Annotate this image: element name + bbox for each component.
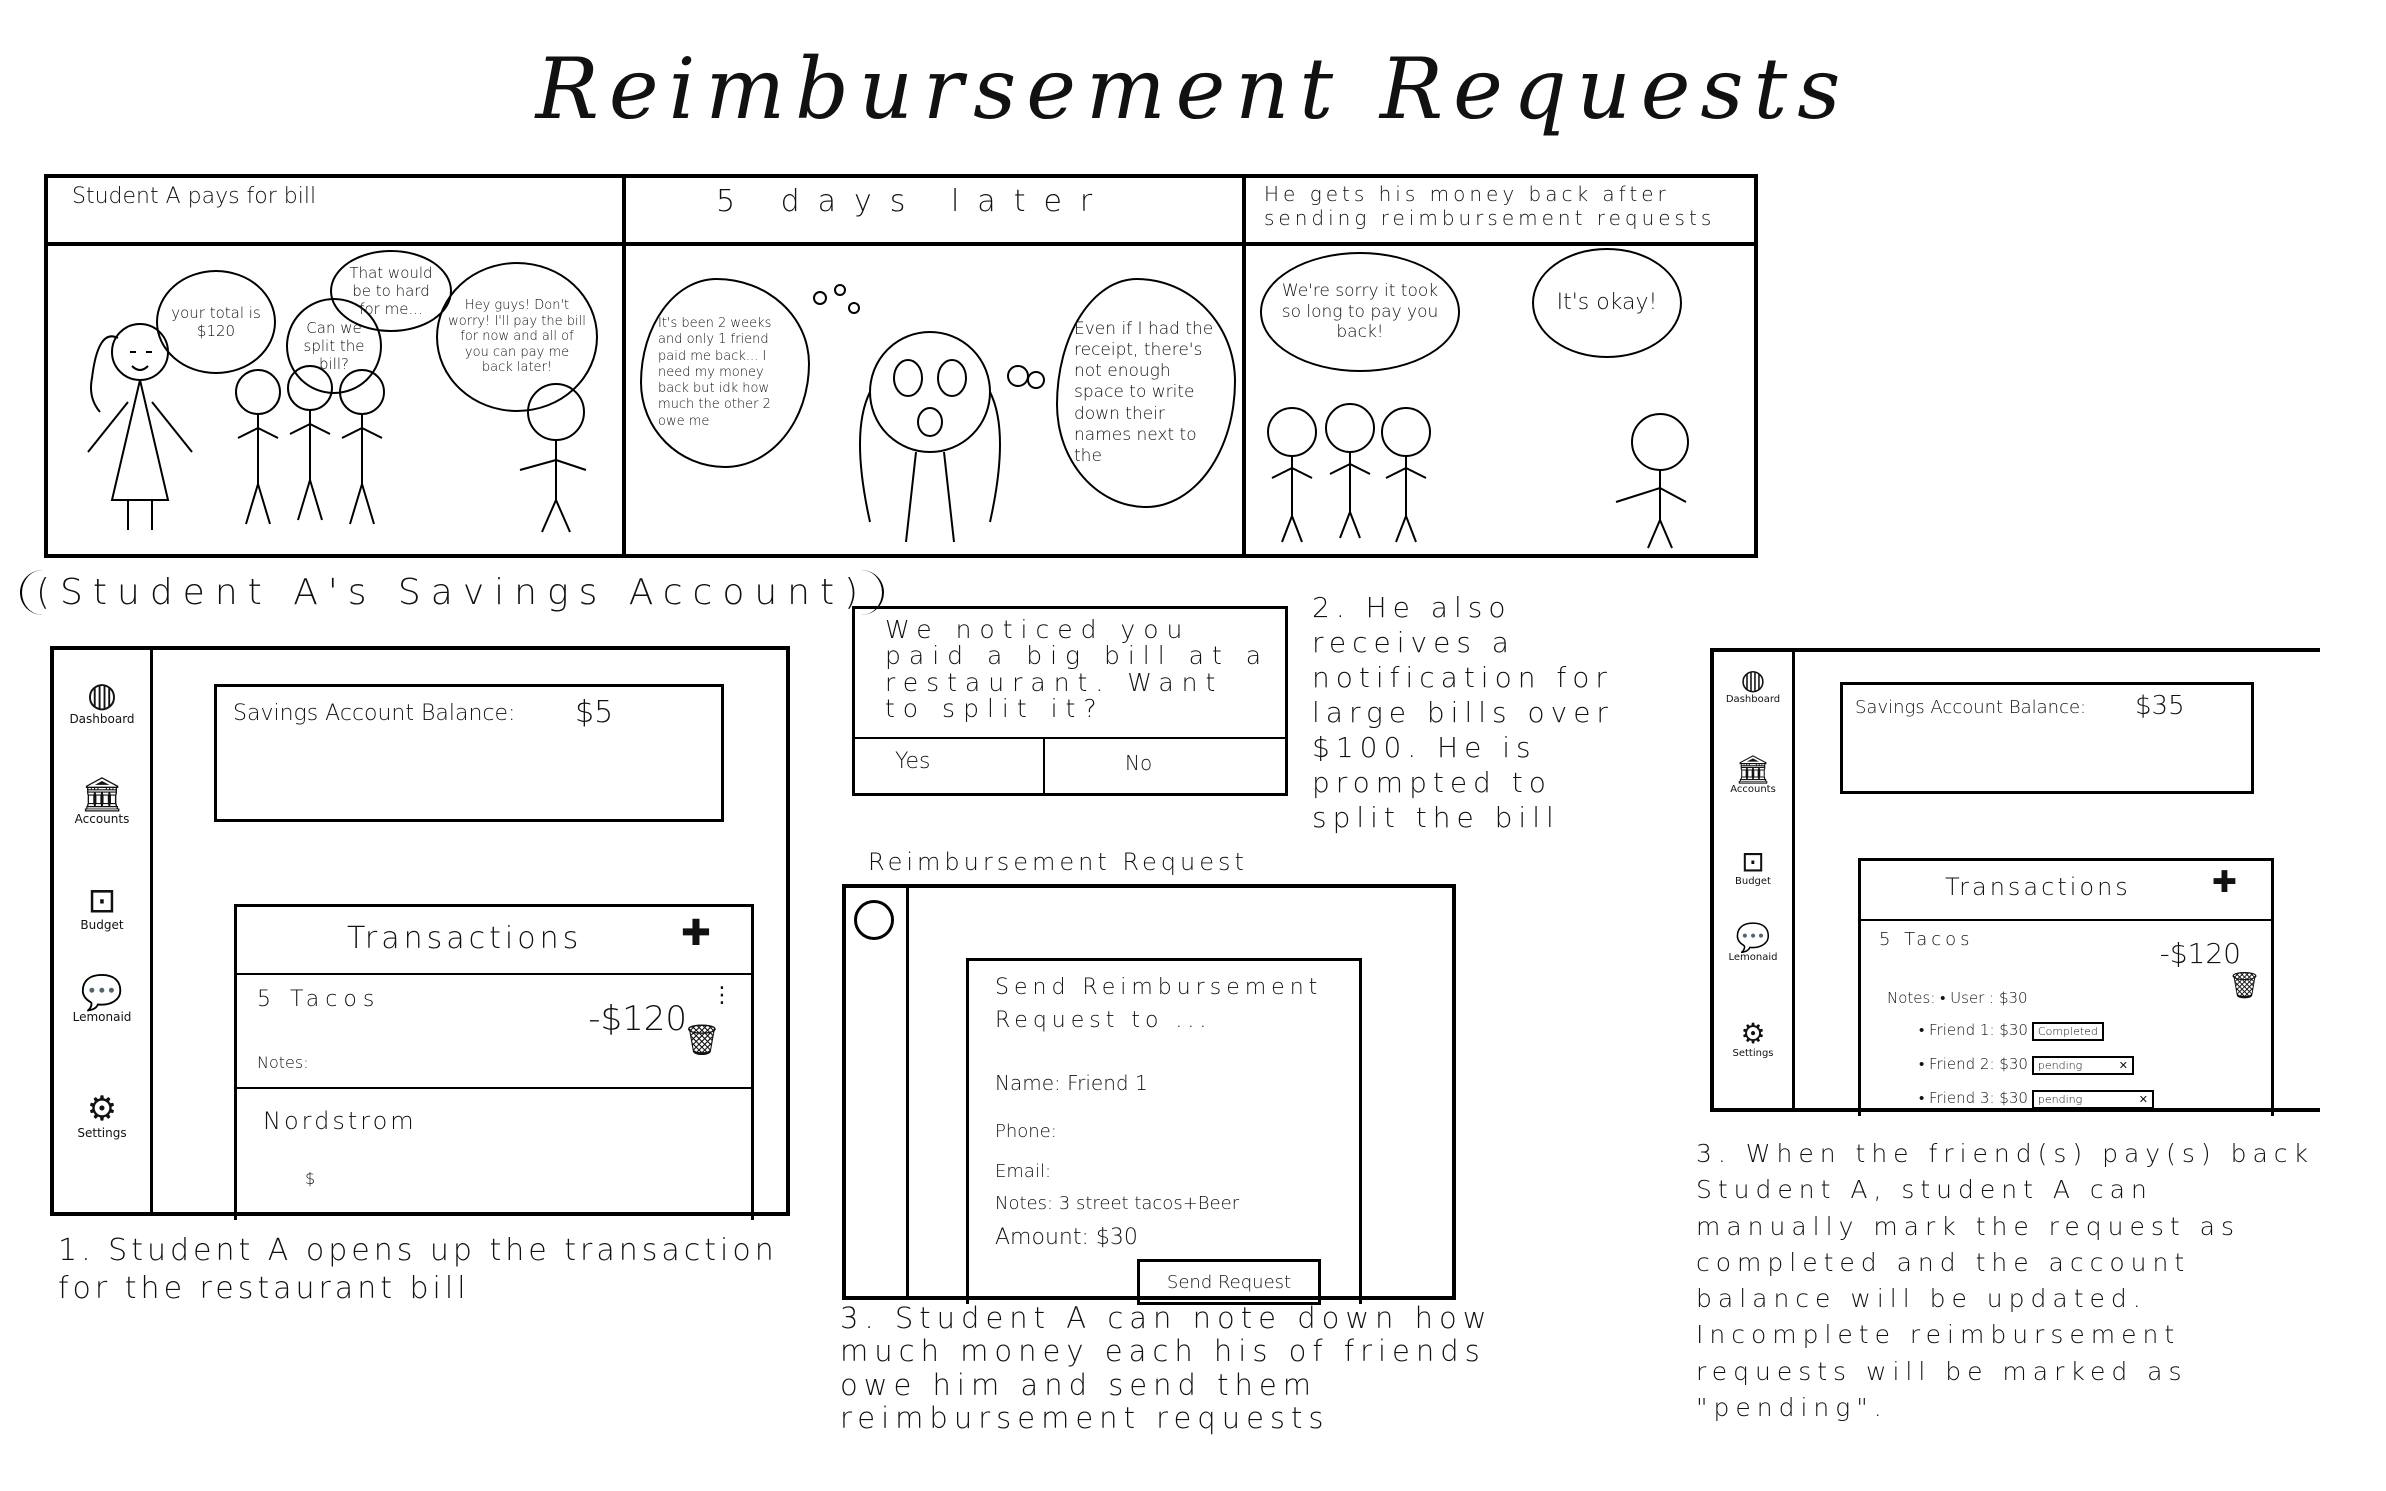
transaction-name[interactable]: Nordstrom [263, 1107, 417, 1135]
dollar-icon: ⊡ [87, 881, 117, 921]
divider [50, 1212, 790, 1216]
notes-label: Notes: [257, 1053, 309, 1072]
worried-figure-drawing [813, 284, 1045, 543]
status-badge[interactable]: pending ✕ [2031, 1056, 2134, 1075]
balance-card: Savings Account Balance: $5 [214, 684, 724, 822]
app-mockup-1: ◍ Dashboard 🏛 Accounts ⊡ Budget 💬 Lemonaid ⚙… [50, 646, 790, 1220]
popup-message: We noticed you paid a big bill at a rest… [885, 615, 1270, 723]
split-bill-popup: We noticed you paid a big bill at a rest… [852, 606, 1288, 796]
balance-label: Savings Account Balance: [233, 701, 516, 726]
form-title: Send Reimbursement Request to ... [995, 975, 1323, 1033]
yes-button[interactable]: Yes [895, 749, 931, 774]
balance-label: Savings Account Balance: [1855, 697, 2087, 718]
divider [1710, 1108, 2320, 1112]
trash-icon[interactable]: 🗑 [2228, 971, 2261, 1001]
sidebar-item-accounts[interactable]: 🏛 Accounts [1714, 753, 1792, 796]
phone-field[interactable]: Phone: [995, 1121, 1057, 1142]
storyboard-panel-3: He gets his money back after sending rei… [1246, 178, 1754, 554]
panel-caption: He gets his money back after sending rei… [1246, 178, 1754, 246]
storyboard-panel-1: Student A pays for bill your total is $1… [48, 178, 626, 554]
chat-icon: 💬 [1735, 921, 1771, 954]
transactions-card: Transactions ✚ 5 Tacos -$120 🗑 Notes: • … [1858, 858, 2274, 1116]
amount-field[interactable]: Amount: $30 [995, 1225, 1138, 1250]
sidebar: ◍ Dashboard 🏛 Accounts ⊡ Budget 💬 Lemonaid ⚙… [1714, 652, 1795, 1108]
bank-icon: 🏛 [80, 775, 124, 815]
caption-step-3: 3. Student A can note down how much mone… [840, 1301, 1493, 1436]
close-icon[interactable]: ✕ [2139, 1093, 2148, 1106]
friend-line: • Friend 3: $30 pending ✕ [1919, 1089, 2154, 1109]
notes-field[interactable]: Notes: 3 street tacos+Beer [995, 1193, 1239, 1214]
request-mockup: Send Reimbursement Request to ... Name: … [842, 884, 1456, 1305]
reimbursement-form: Send Reimbursement Request to ... Name: … [966, 958, 1362, 1305]
chat-icon: 💬 [80, 973, 124, 1013]
gear-icon: ⚙ [1740, 1017, 1766, 1050]
email-field[interactable]: Email: [995, 1161, 1051, 1182]
divider [237, 973, 751, 975]
sidebar: ◍ Dashboard 🏛 Accounts ⊡ Budget 💬 Lemonaid ⚙… [54, 650, 153, 1216]
divider [1861, 919, 2271, 921]
app-mockup-2: ◍ Dashboard 🏛 Accounts ⊡ Budget 💬 Lemonaid ⚙… [1710, 648, 2320, 1116]
caption-step-1: 1. Student A opens up the transaction fo… [58, 1233, 778, 1306]
sidebar-item-budget[interactable]: ⊡ Budget [1714, 845, 1792, 888]
panel-caption: Student A pays for bill [48, 178, 622, 246]
transaction-amount: $ [305, 1169, 316, 1188]
bank-icon: 🏛 [1735, 753, 1771, 786]
divider [1043, 737, 1045, 793]
add-transaction-icon[interactable]: ✚ [2212, 865, 2237, 900]
transaction-name[interactable]: 5 Tacos [257, 987, 380, 1012]
transactions-card: Transactions ✚ 5 Tacos -$120 ⋮ 🗑 Notes: … [234, 904, 754, 1220]
status-badge[interactable]: Completed [2031, 1022, 2104, 1041]
notes-user: Notes: • User : $30 [1887, 989, 2028, 1007]
request-heading: Reimbursement Request [868, 848, 1248, 876]
trash-icon[interactable]: 🗑 [683, 1023, 721, 1058]
send-request-button[interactable]: Send Request [1137, 1259, 1321, 1305]
friend-line: • Friend 1: $30 Completed [1919, 1021, 2104, 1041]
sidebar-item-accounts[interactable]: 🏛 Accounts [54, 778, 150, 826]
sidebar-item-dashboard[interactable]: ◍ Dashboard [1714, 663, 1792, 706]
close-icon[interactable]: ✕ [2119, 1059, 2128, 1072]
page-title: Reimbursement Requests [535, 40, 1851, 138]
transactions-title: Transactions [347, 921, 583, 956]
transaction-name[interactable]: 5 Tacos [1879, 929, 1974, 950]
sidebar-item-settings[interactable]: ⚙ Settings [1714, 1017, 1792, 1060]
panel-caption: 5 days later [626, 178, 1242, 246]
stick-figures-drawing [1267, 403, 1689, 549]
more-menu-icon[interactable]: ⋮ [711, 984, 733, 1006]
sidebar-item-lemonaid[interactable]: 💬 Lemonaid [54, 976, 150, 1024]
sidebar-item-lemonaid[interactable]: 💬 Lemonaid [1714, 921, 1792, 964]
sidebar-item-budget[interactable]: ⊡ Budget [54, 884, 150, 932]
stick-figures-drawing [87, 323, 587, 533]
transactions-title: Transactions [1945, 873, 2131, 901]
storyboard-strip: Student A pays for bill your total is $1… [44, 174, 1758, 558]
sidebar [846, 888, 909, 1296]
gear-icon: ⚙ [86, 1089, 118, 1129]
balance-value: $5 [575, 695, 614, 730]
dollar-icon: ⊡ [1741, 845, 1765, 878]
balance-value: $35 [2135, 691, 2185, 721]
status-badge[interactable]: pending ✕ [2031, 1090, 2154, 1109]
caption-step-4: 3. When the friend(s) pay(s) back Studen… [1696, 1139, 2314, 1422]
friend-line: • Friend 2: $30 pending ✕ [1919, 1055, 2134, 1075]
balance-card: Savings Account Balance: $35 [1840, 682, 2254, 794]
transaction-amount: -$120 [2159, 937, 2241, 970]
add-transaction-icon[interactable]: ✚ [681, 913, 711, 954]
menu-circle-icon[interactable] [854, 900, 894, 940]
transaction-amount: -$120 [588, 999, 687, 1039]
sidebar-item-settings[interactable]: ⚙ Settings [54, 1092, 150, 1140]
divider [237, 1087, 751, 1089]
no-button[interactable]: No [1125, 751, 1152, 775]
lemon-icon: ◍ [1740, 663, 1766, 696]
section-label: (Student A's Savings Account) [20, 570, 885, 615]
caption-step-2: 2. He also receives a notification for l… [1312, 591, 1614, 834]
name-field[interactable]: Name: Friend 1 [995, 1071, 1148, 1095]
storyboard-panel-2: 5 days later It's been 2 weeks and only … [626, 178, 1246, 554]
sidebar-item-dashboard[interactable]: ◍ Dashboard [54, 678, 150, 726]
divider [855, 737, 1285, 739]
lemon-icon: ◍ [87, 675, 117, 715]
